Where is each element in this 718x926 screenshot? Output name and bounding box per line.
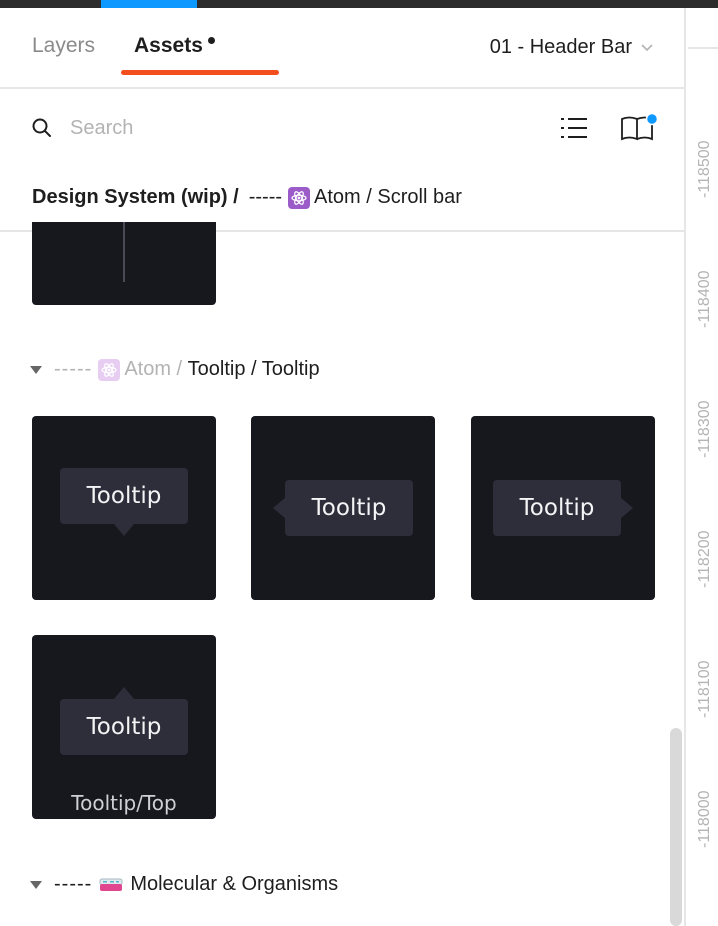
- ruler-label: -118300: [696, 400, 713, 458]
- atom-icon: [288, 186, 311, 209]
- section-title: Tooltip / Tooltip: [187, 358, 320, 380]
- component-tooltip-left[interactable]: Tooltip: [251, 416, 435, 600]
- component-tooltip-right[interactable]: Tooltip: [471, 416, 655, 600]
- component-name-label: Tooltip/Top: [71, 791, 177, 815]
- list-view-icon[interactable]: [560, 115, 588, 141]
- caret-down-icon[interactable]: [30, 365, 42, 374]
- chevron-down-icon: [641, 43, 653, 51]
- library-book-icon[interactable]: [620, 113, 660, 143]
- panel-scrollbar[interactable]: [670, 728, 682, 926]
- breadcrumb-root[interactable]: Design System (wip) /: [32, 186, 239, 209]
- ruler-label: -118100: [696, 660, 713, 718]
- panel-tabs: Layers Assets 01 - Header Bar: [0, 8, 684, 89]
- active-tab-underline: [121, 70, 279, 75]
- library-badge: [645, 113, 659, 126]
- tooltip-preview: Tooltip: [60, 699, 188, 755]
- assets-panel: Layers Assets 01 - Header Bar Design Sys…: [0, 8, 686, 926]
- section-prefix: Atom /: [124, 358, 183, 380]
- tab-assets[interactable]: Assets: [134, 34, 203, 58]
- petri-dish-icon: [99, 878, 123, 891]
- ruler-corner: [688, 8, 718, 49]
- page-selector-label: 01 - Header Bar: [489, 36, 632, 58]
- ruler-label: -118400: [696, 270, 713, 328]
- ruler-label: -118500: [696, 140, 713, 198]
- caret-down-icon[interactable]: [30, 880, 42, 889]
- asset-list: ----- Atom / Tooltip / Tooltip Tooltip T…: [0, 222, 684, 926]
- search-input[interactable]: [70, 113, 470, 143]
- tab-layers[interactable]: Layers: [32, 34, 95, 58]
- ruler-label: -118200: [696, 530, 713, 588]
- component-tooltip-top[interactable]: Tooltip Tooltip/Top: [32, 635, 216, 819]
- section-dashes: -----: [54, 873, 93, 895]
- window-top-bar: [0, 0, 718, 8]
- ruler-label: -118000: [696, 790, 713, 848]
- breadcrumb: Design System (wip) / ----- Atom / Scrol…: [32, 186, 462, 209]
- breadcrumb-dashes: -----: [248, 186, 283, 208]
- vertical-ruler: -118500 -118400 -118300 -118200 -118100 …: [688, 8, 718, 926]
- component-scroll-bar[interactable]: [32, 222, 216, 305]
- search-icon: [32, 118, 51, 137]
- section-header-tooltip[interactable]: ----- Atom / Tooltip / Tooltip: [30, 358, 320, 381]
- breadcrumb-path: Atom / Scroll bar: [314, 186, 462, 208]
- atom-icon: [98, 358, 121, 381]
- tooltip-preview: Tooltip: [493, 480, 621, 536]
- section-header-molecular[interactable]: ----- Molecular & Organisms: [30, 873, 338, 896]
- section-dashes: -----: [54, 358, 93, 380]
- tooltip-preview: Tooltip: [285, 480, 413, 536]
- page-selector[interactable]: 01 - Header Bar: [490, 36, 654, 59]
- component-tooltip-bottom[interactable]: Tooltip: [32, 416, 216, 600]
- section-title: Molecular & Organisms: [130, 873, 339, 895]
- unread-dot: [208, 37, 215, 44]
- scroll-bar-preview: [123, 222, 125, 282]
- tooltip-preview: Tooltip: [60, 468, 188, 524]
- search-row: [0, 91, 684, 167]
- active-indicator: [101, 0, 197, 8]
